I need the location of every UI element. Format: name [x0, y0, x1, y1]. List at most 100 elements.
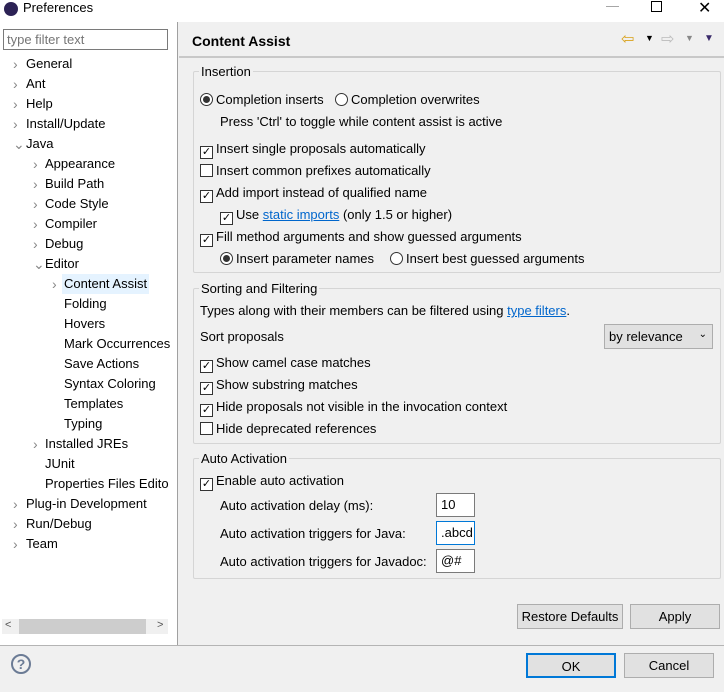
common-prefixes-checkbox[interactable]: Insert common prefixes automatically: [200, 163, 431, 178]
chevron-right-icon[interactable]: ›: [33, 154, 38, 174]
static-imports-link[interactable]: static imports: [263, 207, 340, 222]
hide-not-visible-checkbox[interactable]: ✓ Hide proposals not visible in the invoc…: [200, 399, 507, 417]
checkbox-checked-icon: ✓: [200, 404, 213, 417]
horizontal-scrollbar[interactable]: < >: [2, 619, 168, 634]
checkbox-checked-icon: ✓: [200, 234, 213, 247]
add-import-checkbox[interactable]: ✓ Add import instead of qualified name: [200, 185, 427, 203]
tree-item[interactable]: Properties Files Edito: [0, 474, 170, 494]
tree-item[interactable]: › Run/Debug: [0, 514, 170, 534]
chevron-right-icon[interactable]: ›: [13, 494, 18, 514]
camel-case-checkbox[interactable]: ✓ Show camel case matches: [200, 355, 371, 373]
scroll-left-icon[interactable]: <: [5, 619, 11, 631]
hide-deprecated-checkbox[interactable]: Hide deprecated references: [200, 421, 376, 436]
checkbox-checked-icon: ✓: [200, 146, 213, 159]
chevron-right-icon[interactable]: ›: [13, 514, 18, 534]
select-value: by relevance: [609, 329, 683, 344]
chevron-right-icon[interactable]: ›: [52, 274, 57, 294]
tree-item-label: General: [26, 56, 73, 71]
chevron-right-icon[interactable]: ›: [33, 234, 38, 254]
scroll-thumb[interactable]: [19, 619, 146, 634]
tree-item[interactable]: Mark Occurrences: [0, 334, 170, 354]
tree-item[interactable]: Folding: [0, 294, 170, 314]
chevron-right-icon[interactable]: ›: [13, 94, 18, 114]
tree-item[interactable]: › Install/Update: [0, 114, 170, 134]
tree-item-label: Properties Files Edito: [45, 476, 169, 491]
tree-item[interactable]: › Team: [0, 534, 170, 554]
restore-defaults-button[interactable]: Restore Defaults: [517, 604, 623, 629]
tree-item[interactable]: › General: [0, 54, 170, 74]
chevron-right-icon[interactable]: ›: [33, 434, 38, 454]
tree-item[interactable]: ⌄ Editor: [0, 254, 170, 274]
chevron-right-icon[interactable]: ›: [33, 194, 38, 214]
java-triggers-label: Auto activation triggers for Java:: [220, 526, 406, 541]
view-menu-icon[interactable]: ▼: [704, 33, 714, 44]
minimize-button[interactable]: —: [606, 0, 619, 13]
chevron-right-icon[interactable]: ›: [13, 534, 18, 554]
help-icon[interactable]: ?: [11, 654, 31, 674]
tree-item-label: Build Path: [45, 176, 105, 191]
tree-item-label: Appearance: [45, 156, 116, 171]
tree-item[interactable]: Hovers: [0, 314, 170, 334]
tree-item-label: Syntax Coloring: [64, 376, 156, 391]
filter-text: Types along with their members can be fi…: [200, 303, 570, 318]
label: Use: [236, 207, 260, 222]
ok-button[interactable]: OK: [526, 653, 616, 678]
sort-proposals-select[interactable]: by relevance ⌄: [604, 324, 713, 349]
checkbox-icon: [200, 422, 213, 435]
javadoc-triggers-label: Auto activation triggers for Javadoc:: [220, 554, 427, 569]
completion-inserts-radio[interactable]: Completion inserts: [200, 92, 324, 107]
chevron-right-icon[interactable]: ›: [13, 54, 18, 74]
filter-input[interactable]: [3, 29, 168, 50]
tree-item[interactable]: ⌄ Java: [0, 134, 170, 154]
tree-item[interactable]: Syntax Coloring: [0, 374, 170, 394]
tree-item-label: Compiler: [45, 216, 98, 231]
tree-item[interactable]: › Code Style: [0, 194, 170, 214]
enable-auto-activation-checkbox[interactable]: ✓ Enable auto activation: [200, 473, 344, 491]
type-filters-link[interactable]: type filters: [507, 303, 566, 318]
back-menu-icon[interactable]: ▼: [645, 33, 654, 43]
tree-item[interactable]: Templates: [0, 394, 170, 414]
chevron-right-icon[interactable]: ›: [13, 74, 18, 94]
tree-item[interactable]: › Help: [0, 94, 170, 114]
use-static-imports-checkbox[interactable]: ✓ Use static imports (only 1.5 or higher): [220, 207, 452, 225]
tree-item[interactable]: Typing: [0, 414, 170, 434]
scroll-right-icon[interactable]: >: [157, 619, 163, 631]
maximize-button[interactable]: [651, 1, 662, 12]
chevron-right-icon[interactable]: ›: [13, 114, 18, 134]
sort-proposals-label: Sort proposals: [200, 329, 284, 344]
forward-icon[interactable]: ⇨: [661, 29, 674, 49]
chevron-right-icon[interactable]: ›: [33, 214, 38, 234]
close-button[interactable]: ✕: [698, 0, 711, 18]
tree-item[interactable]: JUnit: [0, 454, 170, 474]
tree-item[interactable]: › Appearance: [0, 154, 170, 174]
tree-item-label: Editor: [45, 256, 79, 271]
forward-menu-icon[interactable]: ▼: [685, 33, 694, 43]
substring-checkbox[interactable]: ✓ Show substring matches: [200, 377, 358, 395]
chevron-right-icon[interactable]: ›: [33, 174, 38, 194]
tree-item-label: Code Style: [45, 196, 109, 211]
best-guessed-radio[interactable]: Insert best guessed arguments: [390, 251, 585, 266]
tree-item[interactable]: › Debug: [0, 234, 170, 254]
parameter-names-radio[interactable]: Insert parameter names: [220, 251, 374, 266]
delay-input[interactable]: 10: [436, 493, 475, 517]
tree-item[interactable]: › Build Path: [0, 174, 170, 194]
completion-overwrites-radio[interactable]: Completion overwrites: [335, 92, 480, 107]
single-proposals-checkbox[interactable]: ✓ Insert single proposals automatically: [200, 141, 426, 159]
insertion-label: Insertion: [199, 64, 253, 79]
javadoc-triggers-input[interactable]: @#: [436, 549, 475, 573]
java-triggers-input[interactable]: .abcd: [436, 521, 475, 545]
fill-arguments-checkbox[interactable]: ✓ Fill method arguments and show guessed …: [200, 229, 522, 247]
tree-item[interactable]: › Plug-in Development: [0, 494, 170, 514]
apply-button[interactable]: Apply: [630, 604, 720, 629]
back-icon[interactable]: ⇦: [621, 29, 634, 49]
tree-item[interactable]: › Compiler: [0, 214, 170, 234]
tree-item-label: Content Assist: [62, 274, 150, 294]
tree-item-label: Run/Debug: [26, 516, 92, 531]
tree-item[interactable]: › Ant: [0, 74, 170, 94]
tree-item[interactable]: Save Actions: [0, 354, 170, 374]
tree-item[interactable]: › Installed JREs: [0, 434, 170, 454]
tree-item[interactable]: › Content Assist: [0, 274, 170, 294]
checkbox-checked-icon: ✓: [200, 478, 213, 491]
chevron-down-icon[interactable]: ⌄: [13, 134, 25, 154]
cancel-button[interactable]: Cancel: [624, 653, 714, 678]
